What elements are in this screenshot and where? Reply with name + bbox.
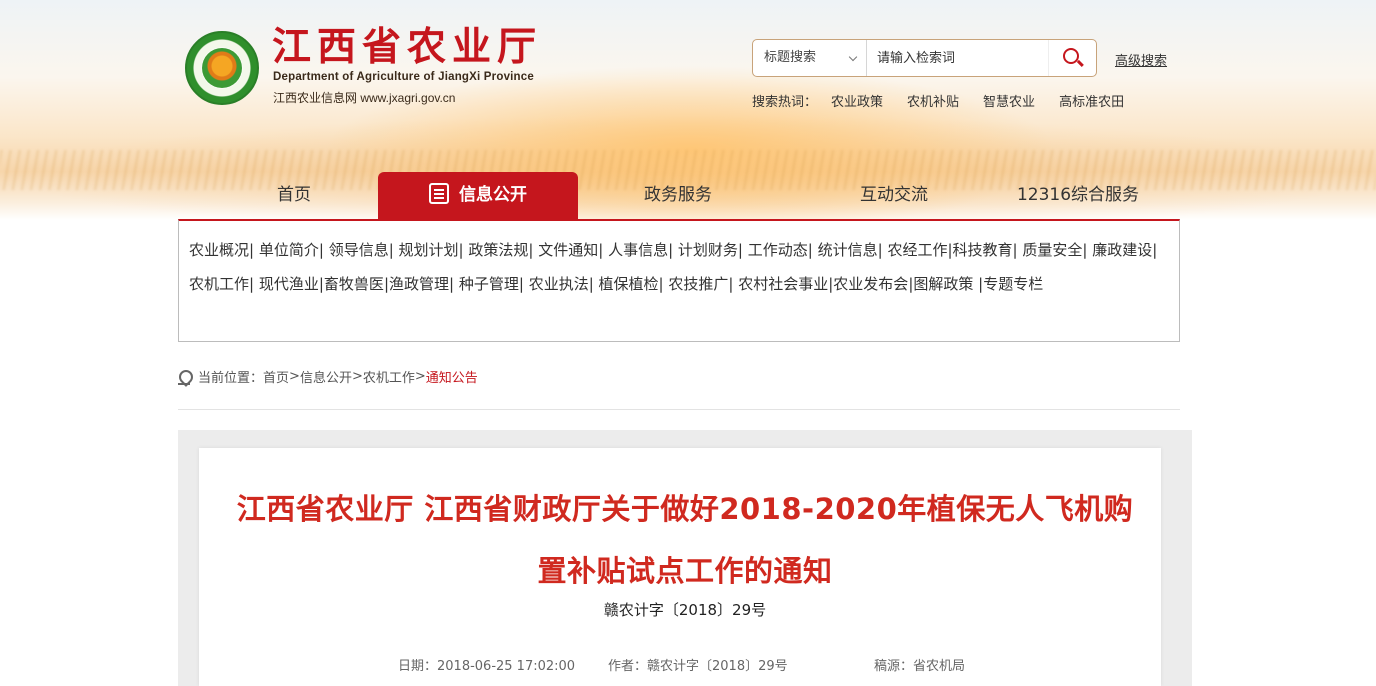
breadcrumb-separator: > — [414, 369, 426, 384]
emblem-center — [202, 48, 242, 88]
divider — [178, 409, 1180, 410]
subnav-link[interactable]: 文件通知 — [538, 241, 598, 259]
subnav-link[interactable]: 计划财务 — [678, 241, 738, 259]
nav-item-gov-services[interactable]: 政务服务 — [598, 172, 758, 219]
site-name-en: Department of Agriculture of JiangXi Pro… — [273, 71, 534, 83]
agriculture-emblem-logo[interactable] — [185, 31, 259, 105]
document-number: 赣农计字〔2018〕29号 — [603, 601, 767, 619]
subnav-link[interactable]: 科技教育 — [953, 241, 1013, 259]
hot-word-link[interactable]: 智慧农业 — [983, 91, 1035, 110]
search-icon-handle — [1077, 59, 1084, 67]
location-pin-icon — [178, 370, 190, 385]
nav-item-interaction[interactable]: 互动交流 — [814, 172, 974, 219]
breadcrumb: 当前位置： 首页 > 信息公开 > 农机工作 > 通知公告 — [178, 367, 478, 386]
subnav-link[interactable]: 农业发布会 — [833, 275, 908, 293]
subnav-link[interactable]: 农业概况 — [189, 241, 249, 259]
hot-words: 搜索热词： 农业政策 农机补贴 智慧农业 高标准农田 — [752, 91, 1148, 110]
main-nav: 首页 信息公开 政务服务 互动交流 12316综合服务 — [178, 172, 1180, 219]
hot-word-link[interactable]: 农业政策 — [831, 91, 883, 110]
article-date: 日期：2018-06-25 17:02:00 — [398, 659, 576, 674]
subnav-link[interactable]: 专题专栏 — [983, 275, 1043, 293]
subnav-link[interactable]: 种子管理 — [459, 275, 519, 293]
subnav-link[interactable]: 工作动态 — [748, 241, 808, 259]
hot-words-label: 搜索热词： — [752, 95, 818, 110]
breadcrumb-item-notice[interactable]: 通知公告 — [426, 367, 478, 386]
site-domain: 江西农业信息网 www.jxagri.gov.cn — [273, 91, 456, 105]
subnav-link[interactable]: 农业执法 — [529, 275, 589, 293]
subnav-link[interactable]: 廉政建设 — [1092, 241, 1152, 259]
subnav-link[interactable]: 单位简介 — [259, 241, 319, 259]
subnav-link[interactable]: 农技推广 — [668, 275, 728, 293]
subnav-link[interactable]: 畜牧兽医 — [324, 275, 384, 293]
nav-item-label: 首页 — [277, 185, 311, 205]
article-author: 作者：赣农计字〔2018〕29号 — [608, 659, 788, 674]
search-type-value: 标题搜索 — [764, 50, 817, 65]
subnav-link[interactable]: 统计信息 — [818, 241, 878, 259]
subnav-link[interactable]: 图解政策 — [913, 275, 973, 293]
search-box: 标题搜索 — [752, 39, 1097, 77]
breadcrumb-separator: > — [289, 369, 300, 384]
breadcrumb-prefix: 当前位置： — [198, 371, 264, 386]
subnav-link[interactable]: 农机工作 — [189, 275, 249, 293]
subnav-link[interactable]: 农村社会事业 — [738, 275, 828, 293]
chevron-down-icon — [848, 52, 858, 62]
subnav-link[interactable]: 农经工作 — [887, 241, 947, 259]
hot-word-link[interactable]: 农机补贴 — [907, 91, 959, 110]
site-name-cn[interactable]: 江西省农业厅 — [272, 26, 542, 70]
subnav-link[interactable]: 植保植检 — [599, 275, 659, 293]
subnav-link[interactable]: 规划计划 — [399, 241, 459, 259]
article-source: 稿源：省农机局 — [874, 659, 966, 674]
breadcrumb-item-home[interactable]: 首页 — [263, 367, 289, 386]
breadcrumb-item-agri-machinery[interactable]: 农机工作 — [363, 367, 415, 386]
subnav-link[interactable]: 质量安全 — [1022, 241, 1082, 259]
subnav-link[interactable]: 人事信息 — [608, 241, 668, 259]
search-input[interactable] — [868, 40, 1048, 76]
subnav-link[interactable]: 现代渔业 — [259, 275, 319, 293]
nav-item-home[interactable]: 首页 — [216, 172, 372, 219]
nav-item-label: 政务服务 — [644, 185, 712, 205]
hot-word-link[interactable]: 高标准农田 — [1059, 91, 1124, 110]
search-type-select[interactable]: 标题搜索 — [753, 40, 867, 76]
subnav-link[interactable]: 渔政管理 — [389, 275, 449, 293]
subnav-link[interactable]: 政策法规 — [468, 241, 528, 259]
breadcrumb-item-info[interactable]: 信息公开 — [300, 367, 352, 386]
list-icon — [429, 183, 449, 204]
advanced-search-link[interactable]: 高级搜索 — [1115, 50, 1167, 69]
article-title: 江西省农业厅 江西省财政厅关于做好2018-2020年植保无人飞机购 置补贴试点… — [199, 478, 1171, 602]
article-title-line: 置补贴试点工作的通知 — [537, 554, 833, 588]
search-button[interactable] — [1048, 40, 1096, 76]
nav-item-info-disclosure[interactable]: 信息公开 — [378, 172, 578, 219]
article-title-line: 江西省农业厅 江西省财政厅关于做好2018-2020年植保无人飞机购 — [236, 492, 1134, 526]
nav-item-12316[interactable]: 12316综合服务 — [998, 172, 1158, 219]
nav-item-label: 12316综合服务 — [1016, 185, 1140, 205]
nav-item-label: 互动交流 — [860, 185, 928, 205]
subnav-link[interactable]: 领导信息 — [329, 241, 389, 259]
nav-item-label: 信息公开 — [459, 185, 527, 205]
breadcrumb-separator: > — [351, 369, 363, 384]
sub-nav: 农业概况| 单位简介| 领导信息| 规划计划| 政策法规| 文件通知| 人事信息… — [178, 219, 1180, 342]
